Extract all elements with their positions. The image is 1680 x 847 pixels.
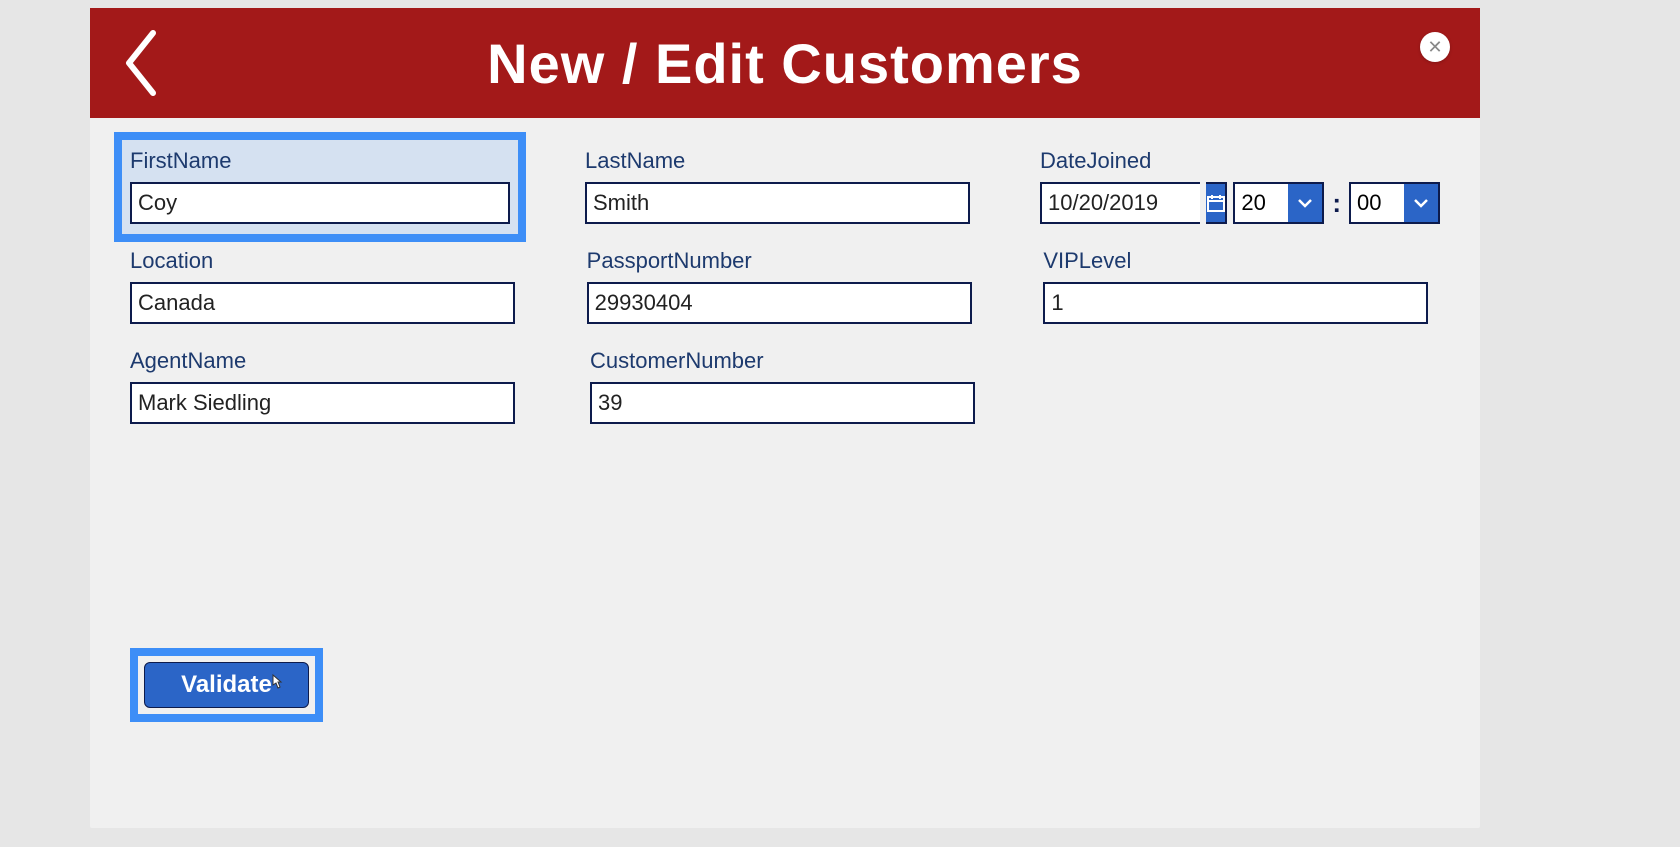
calendar-icon[interactable]	[1206, 182, 1227, 224]
label-datejoined: DateJoined	[1040, 148, 1440, 174]
input-viplevel[interactable]	[1043, 282, 1428, 324]
input-firstname[interactable]	[130, 182, 510, 224]
label-customernumber: CustomerNumber	[590, 348, 990, 374]
highlight-validate: Validate	[130, 648, 323, 722]
form-area: FirstName LastName DateJoined 20	[90, 118, 1480, 478]
input-location[interactable]	[130, 282, 515, 324]
field-customernumber: CustomerNumber	[590, 348, 990, 424]
input-customernumber[interactable]	[590, 382, 975, 424]
label-agentname: AgentName	[130, 348, 530, 374]
validate-button[interactable]: Validate	[144, 662, 309, 708]
cursor-icon	[268, 673, 284, 698]
header-bar: New / Edit Customers	[90, 8, 1480, 118]
select-hour[interactable]: 20	[1233, 182, 1324, 224]
field-lastname: LastName	[585, 148, 980, 224]
chevron-down-icon[interactable]	[1404, 182, 1440, 224]
label-firstname: FirstName	[130, 148, 510, 174]
input-lastname[interactable]	[585, 182, 970, 224]
label-lastname: LastName	[585, 148, 980, 174]
field-passport: PassportNumber	[587, 248, 984, 324]
value-hour: 20	[1233, 182, 1288, 224]
customer-form-panel: New / Edit Customers ✕ FirstName LastNam…	[90, 8, 1480, 828]
highlight-firstname: FirstName	[114, 132, 526, 242]
back-icon[interactable]	[120, 28, 162, 103]
label-passport: PassportNumber	[587, 248, 984, 274]
page-title: New / Edit Customers	[487, 31, 1083, 96]
field-viplevel: VIPLevel	[1043, 248, 1440, 324]
close-icon[interactable]: ✕	[1420, 32, 1450, 62]
label-location: Location	[130, 248, 527, 274]
field-firstname: FirstName	[130, 148, 525, 224]
time-colon: :	[1330, 188, 1343, 219]
label-viplevel: VIPLevel	[1043, 248, 1440, 274]
value-minute: 00	[1349, 182, 1404, 224]
validate-label: Validate	[181, 671, 272, 698]
field-agentname: AgentName	[130, 348, 530, 424]
input-date[interactable]	[1040, 182, 1200, 224]
select-minute[interactable]: 00	[1349, 182, 1440, 224]
input-agentname[interactable]	[130, 382, 515, 424]
field-datejoined: DateJoined 20 : 00	[1040, 148, 1440, 224]
input-passport[interactable]	[587, 282, 972, 324]
field-location: Location	[130, 248, 527, 324]
chevron-down-icon[interactable]	[1288, 182, 1324, 224]
